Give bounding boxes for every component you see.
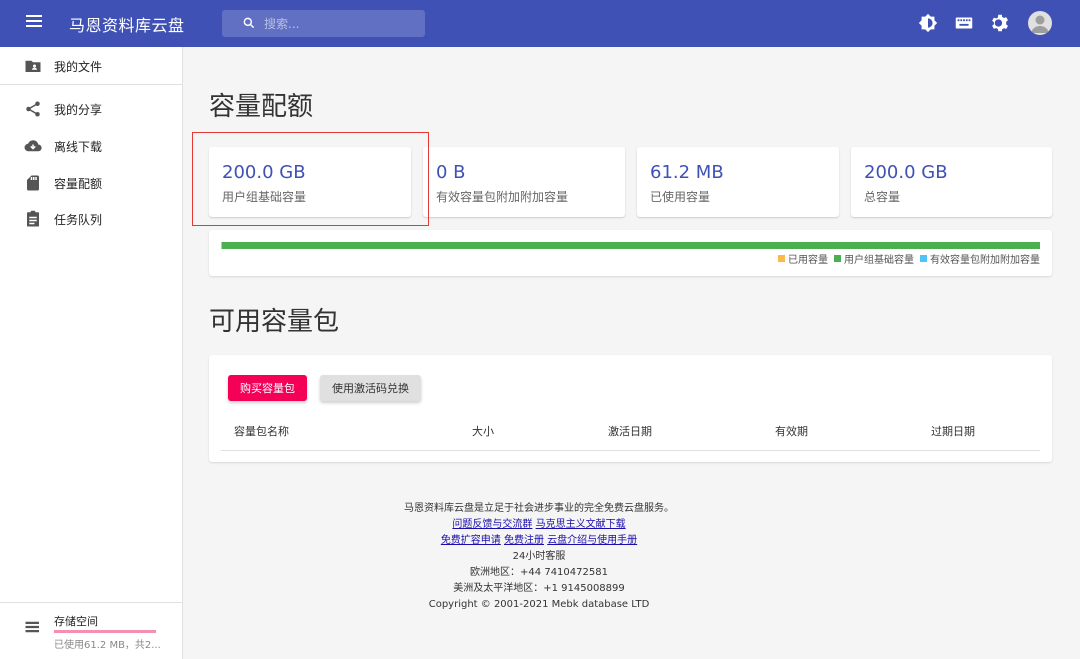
storage-icon: [25, 621, 39, 633]
legend-swatch: [834, 255, 841, 262]
quota-card-packs: 0 B 有效容量包附加附加容量: [423, 147, 625, 217]
sidebar-item-label: 我的分享: [54, 102, 103, 117]
footer-europe-phone: 欧洲地区：+44 7410472581: [470, 567, 608, 578]
footer-tagline: 马恩资料库云盘是立足于社会进步事业的完全免费云盘服务。: [404, 503, 674, 514]
footer-links-row2: 免费扩容申请 免费注册 云盘介绍与使用手册: [389, 533, 689, 549]
quota-section-title: 容量配额: [209, 92, 314, 122]
table-header-validity: 有效期: [775, 425, 808, 438]
sidebar-item-label: 任务队列: [54, 212, 103, 227]
settings-icon[interactable]: [989, 12, 1011, 34]
table-header-name: 容量包名称: [234, 425, 289, 438]
quota-legend: 已用容量 用户组基础容量 有效容量包附加附加容量: [772, 251, 1040, 266]
legend-swatch: [778, 255, 785, 262]
manual-link[interactable]: 云盘介绍与使用手册: [547, 535, 637, 546]
sidebar-item-task-queue[interactable]: 任务队列: [0, 203, 183, 235]
menu-icon[interactable]: [26, 15, 42, 29]
sidebar-item-my-files[interactable]: 我的文件: [0, 50, 183, 82]
docs-download-link[interactable]: 马克思主义文献下载: [536, 519, 626, 530]
quota-label: 已使用容量: [650, 190, 711, 204]
expand-request-link[interactable]: 免费扩容申请: [441, 535, 501, 546]
quota-label: 有效容量包附加附加容量: [436, 190, 569, 204]
sidebar-item-offline-download[interactable]: 离线下载: [0, 130, 183, 162]
highlight-box: [192, 132, 429, 226]
search-input[interactable]: [264, 10, 419, 37]
quota-value: 0 B: [436, 162, 466, 183]
sidebar-divider: [0, 84, 183, 85]
footer-americas-phone: 美洲及太平洋地区：+1 9145008899: [453, 583, 625, 594]
keyboard-icon[interactable]: [953, 12, 975, 34]
footer-service: 24小时客服: [512, 551, 566, 562]
table-header-size: 大小: [472, 425, 494, 438]
footer-links-row1: 问题反馈与交流群 马克思主义文献下载: [389, 517, 689, 533]
footer-copyright: Copyright © 2001-2021 Mebk database LTD: [428, 599, 650, 610]
quota-value: 200.0 GB: [864, 162, 948, 183]
sidebar: 我的文件 我的分享 离线下载 容量配额 任务队列 存储空间 已使用61.2 MB…: [0, 47, 183, 659]
quota-card-used: 61.2 MB 已使用容量: [637, 147, 839, 217]
app-bar: 马恩资料库云盘: [0, 0, 1080, 47]
cloud-download-icon: [24, 140, 42, 152]
packs-section-title: 可用容量包: [209, 307, 340, 337]
quota-bar-card: 已用容量 用户组基础容量 有效容量包附加附加容量: [209, 230, 1052, 276]
table-header-activation-date: 激活日期: [608, 425, 652, 438]
storage-usage-bar: [54, 630, 156, 633]
sidebar-item-my-shares[interactable]: 我的分享: [0, 93, 183, 125]
feedback-link[interactable]: 问题反馈与交流群: [452, 519, 532, 530]
redeem-code-button[interactable]: 使用激活码兑换: [320, 375, 421, 401]
buy-pack-button[interactable]: 购买容量包: [228, 375, 307, 401]
sidebar-item-quota[interactable]: 容量配额: [0, 167, 183, 199]
sd-card-icon: [27, 175, 39, 191]
footer: 马恩资料库云盘是立足于社会进步事业的完全免费云盘服务。 问题反馈与交流群 马克思…: [389, 501, 689, 613]
search-box[interactable]: [222, 10, 425, 37]
packs-card: 购买容量包 使用激活码兑换 容量包名称 大小 激活日期 有效期 过期日期: [209, 355, 1052, 462]
table-header-expiry-date: 过期日期: [931, 425, 975, 438]
legend-label: 有效容量包附加附加容量: [930, 255, 1040, 266]
account-icon[interactable]: [1028, 11, 1052, 35]
quota-label: 总容量: [864, 190, 901, 204]
legend-item: 用户组基础容量: [834, 251, 914, 266]
sidebar-item-label: 离线下载: [54, 139, 103, 154]
storage-panel[interactable]: 存储空间 已使用61.2 MB，共2...: [0, 602, 183, 659]
search-icon: [243, 17, 255, 29]
sidebar-item-label: 容量配额: [54, 176, 103, 191]
quota-value: 61.2 MB: [650, 162, 724, 183]
assignment-icon: [27, 210, 39, 227]
share-icon: [26, 101, 40, 117]
folder-account-icon: [25, 60, 41, 72]
quota-card-total: 200.0 GB 总容量: [851, 147, 1052, 217]
legend-item: 已用容量: [778, 251, 828, 266]
quota-usage-bar: [221, 242, 1040, 249]
storage-title: 存储空间: [54, 615, 98, 628]
legend-label: 用户组基础容量: [844, 255, 914, 266]
legend-item: 有效容量包附加附加容量: [920, 251, 1040, 266]
legend-label: 已用容量: [788, 255, 828, 266]
register-link[interactable]: 免费注册: [504, 535, 544, 546]
sidebar-item-label: 我的文件: [54, 59, 103, 74]
legend-swatch: [920, 255, 927, 262]
app-title: 马恩资料库云盘: [69, 16, 185, 35]
theme-icon[interactable]: [917, 12, 939, 34]
storage-usage-text: 已使用61.2 MB，共2...: [54, 640, 161, 651]
table-header-divider: [221, 450, 1040, 451]
